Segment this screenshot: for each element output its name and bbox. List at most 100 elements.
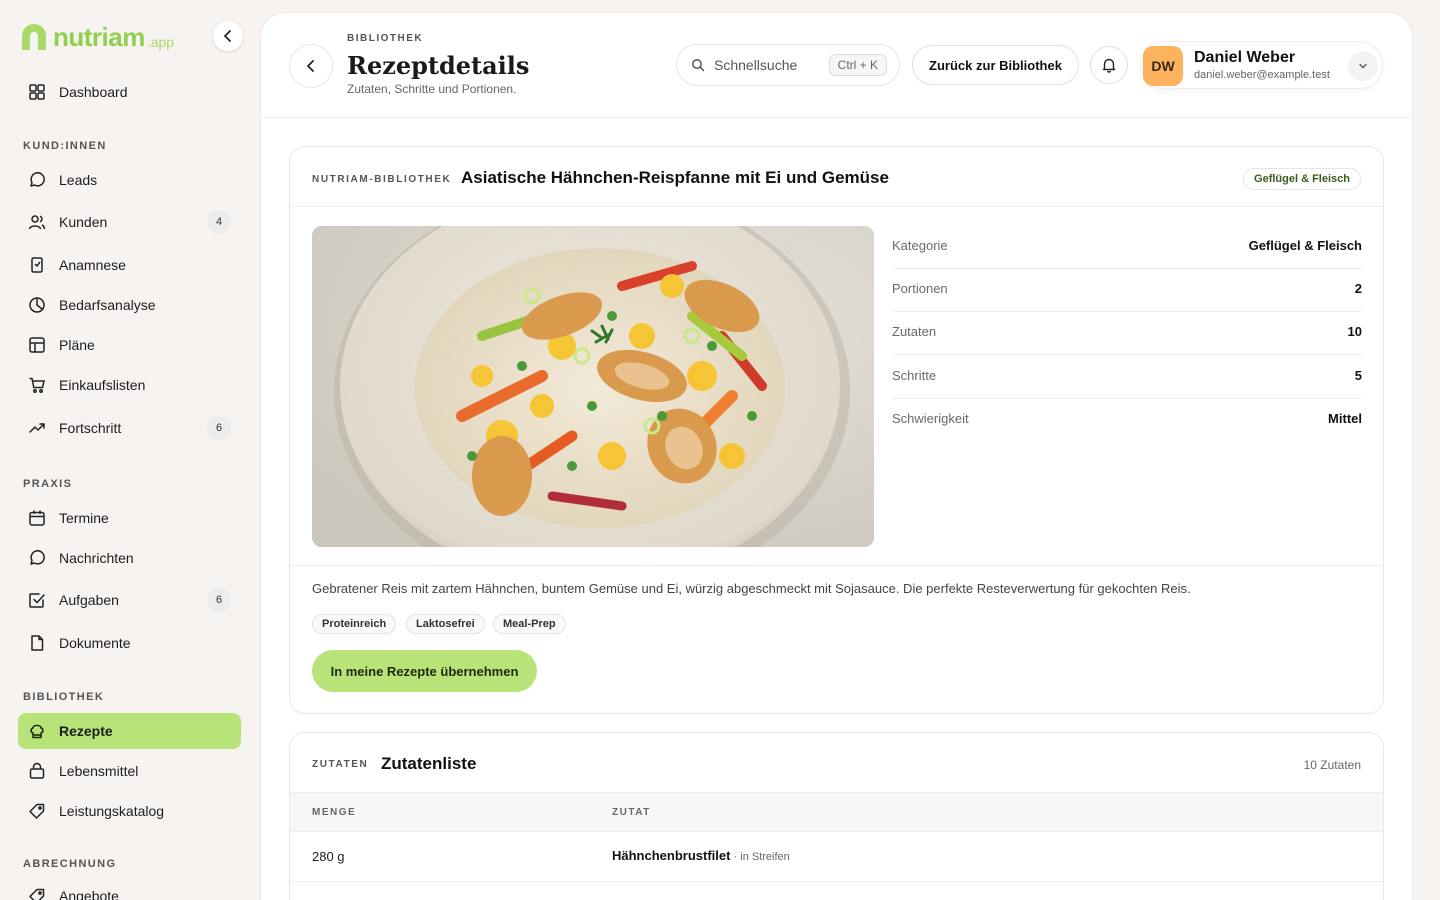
adopt-recipe-button[interactable]: In meine Rezepte übernehmen [312, 650, 537, 692]
sidebar-item-leistungskatalog[interactable]: Leistungskatalog [18, 793, 241, 829]
sidebar: nutriam .app Dashboard KUND:INNEN Leads … [0, 0, 260, 900]
sidebar-item-label: Leistungskatalog [59, 803, 165, 819]
count-badge: 6 [207, 588, 231, 612]
clipboard-icon [28, 256, 46, 274]
user-menu[interactable]: DW Daniel Weber daniel.weber@example.tes… [1141, 41, 1383, 89]
sidebar-item-lebensmittel[interactable]: Lebensmittel [18, 753, 241, 789]
message-circle-icon [28, 171, 46, 189]
bell-icon [1102, 58, 1116, 73]
back-to-library-button[interactable]: Zurück zur Bibliothek [912, 45, 1079, 85]
page-subtitle: Zutaten, Schritte und Portionen. [347, 82, 517, 96]
category-badge: Geflügel & Fleisch [1243, 168, 1361, 190]
meta-label: Kategorie [892, 238, 948, 253]
sidebar-item-dashboard[interactable]: Dashboard [18, 74, 241, 110]
table-icon [28, 336, 46, 354]
column-header-quantity: MENGE [312, 807, 357, 818]
tag-icon [28, 802, 46, 820]
brand-suffix: .app [146, 34, 175, 50]
ingredients-eyebrow: ZUTATEN [312, 759, 369, 770]
sidebar-item-label: Bedarfsanalyse [59, 297, 156, 313]
calendar-icon [28, 509, 46, 527]
sidebar-item-aufgaben[interactable]: Aufgaben 6 [18, 582, 241, 618]
section-label-library: BIBLIOTHEK [23, 691, 105, 703]
search-placeholder: Schnellsuche [714, 57, 798, 73]
meta-row: Kategorie Geflügel & Fleisch [892, 226, 1362, 269]
main-panel: BIBLIOTHEK Rezeptdetails Zutaten, Schrit… [261, 13, 1412, 900]
recipe-image [312, 226, 874, 547]
sidebar-item-fortschritt[interactable]: Fortschritt 6 [18, 410, 241, 446]
brand-logo[interactable]: nutriam .app [18, 20, 174, 50]
recipe-card-header: NUTRIAM-BIBLIOTHEK Asiatische Hähnchen-R… [290, 147, 1383, 207]
shopping-bag-icon [28, 762, 46, 780]
section-label-practice: PRAXIS [23, 478, 73, 490]
count-badge: 6 [207, 416, 231, 440]
meta-label: Zutaten [892, 324, 937, 339]
recipe-description: Gebratener Reis mit zartem Hähnchen, bun… [312, 581, 1191, 596]
message-circle-icon [28, 549, 46, 567]
sidebar-item-label: Dokumente [59, 635, 131, 651]
chevron-down-icon [1359, 63, 1367, 69]
ingredient-quantity: 280 g [312, 849, 345, 864]
notifications-button[interactable] [1090, 46, 1128, 84]
brand-name: nutriam [53, 22, 145, 52]
sidebar-item-nachrichten[interactable]: Nachrichten [18, 540, 241, 576]
sidebar-item-kunden[interactable]: Kunden 4 [18, 204, 241, 240]
dashboard-icon [28, 83, 46, 101]
sidebar-item-termine[interactable]: Termine [18, 500, 241, 536]
ingredients-title: Zutatenliste [381, 754, 477, 773]
sidebar-item-label: Einkaufslisten [59, 377, 146, 393]
meta-label: Schwierigkeit [892, 411, 969, 426]
back-button[interactable] [289, 44, 333, 88]
avatar: DW [1143, 46, 1183, 86]
page-title: Rezeptdetails [347, 51, 530, 80]
sidebar-item-label: Fortschritt [59, 420, 122, 436]
ingredients-count: 10 Zutaten [1303, 758, 1361, 772]
recipe-title: Asiatische Hähnchen-Reispfanne mit Ei un… [461, 168, 889, 187]
recipe-card: NUTRIAM-BIBLIOTHEK Asiatische Hähnchen-R… [289, 146, 1384, 714]
meta-row: Schritte 5 [892, 356, 1362, 399]
sidebar-item-dokumente[interactable]: Dokumente [18, 625, 241, 661]
breadcrumb: BIBLIOTHEK [347, 33, 424, 44]
sidebar-item-label: Pläne [59, 337, 95, 353]
trending-up-icon [28, 419, 46, 437]
ingredient-label: Hähnchenbrustfilet [612, 848, 731, 863]
pie-chart-icon [28, 296, 46, 314]
sidebar-item-bedarfsanalyse[interactable]: Bedarfsanalyse [18, 287, 241, 323]
sidebar-item-angebote[interactable]: Angebote [18, 878, 241, 900]
sidebar-item-label: Kunden [59, 214, 108, 230]
sidebar-item-label: Dashboard [59, 84, 128, 100]
divider [290, 565, 1383, 566]
sidebar-item-einkaufslisten[interactable]: Einkaufslisten [18, 367, 241, 403]
table-header: MENGE ZUTAT [290, 792, 1383, 832]
sidebar-item-leads[interactable]: Leads [18, 162, 241, 198]
recipe-tag: Meal-Prep [493, 614, 566, 634]
meta-label: Schritte [892, 368, 937, 383]
user-menu-toggle[interactable] [1348, 51, 1378, 81]
meta-value: Geflügel & Fleisch [1248, 238, 1362, 253]
recipe-tag: Proteinreich [312, 614, 397, 634]
file-icon [28, 634, 46, 652]
user-email: daniel.weber@example.test [1194, 69, 1330, 81]
tag-icon [28, 887, 46, 900]
collapse-sidebar-button[interactable] [213, 21, 243, 51]
column-header-ingredient: ZUTAT [612, 807, 651, 818]
meta-row: Schwierigkeit Mittel [892, 399, 1362, 442]
chevron-left-icon [224, 30, 231, 42]
shopping-cart-icon [28, 376, 46, 394]
page-header: BIBLIOTHEK Rezeptdetails Zutaten, Schrit… [261, 13, 1412, 118]
meta-row: Portionen 2 [892, 269, 1362, 312]
sidebar-item-anamnese[interactable]: Anamnese [18, 247, 241, 283]
recipe-tag: Laktosefrei [406, 614, 485, 634]
table-row: 280 g Hähnchenbrustfilet · in Streifen [290, 832, 1383, 882]
sidebar-item-plaene[interactable]: Pläne [18, 327, 241, 363]
quick-search-input[interactable]: Schnellsuche Ctrl + K [676, 44, 900, 86]
search-icon [692, 59, 705, 72]
sidebar-item-label: Aufgaben [59, 592, 119, 608]
check-square-icon [28, 591, 46, 609]
chevron-left-icon [307, 60, 314, 72]
user-name: Daniel Weber [1194, 49, 1296, 66]
sidebar-item-rezepte[interactable]: Rezepte [18, 713, 241, 749]
ingredient-name: Hähnchenbrustfilet · in Streifen [612, 848, 790, 863]
ingredient-note: · in Streifen [730, 851, 790, 863]
sidebar-item-label: Anamnese [59, 257, 126, 273]
